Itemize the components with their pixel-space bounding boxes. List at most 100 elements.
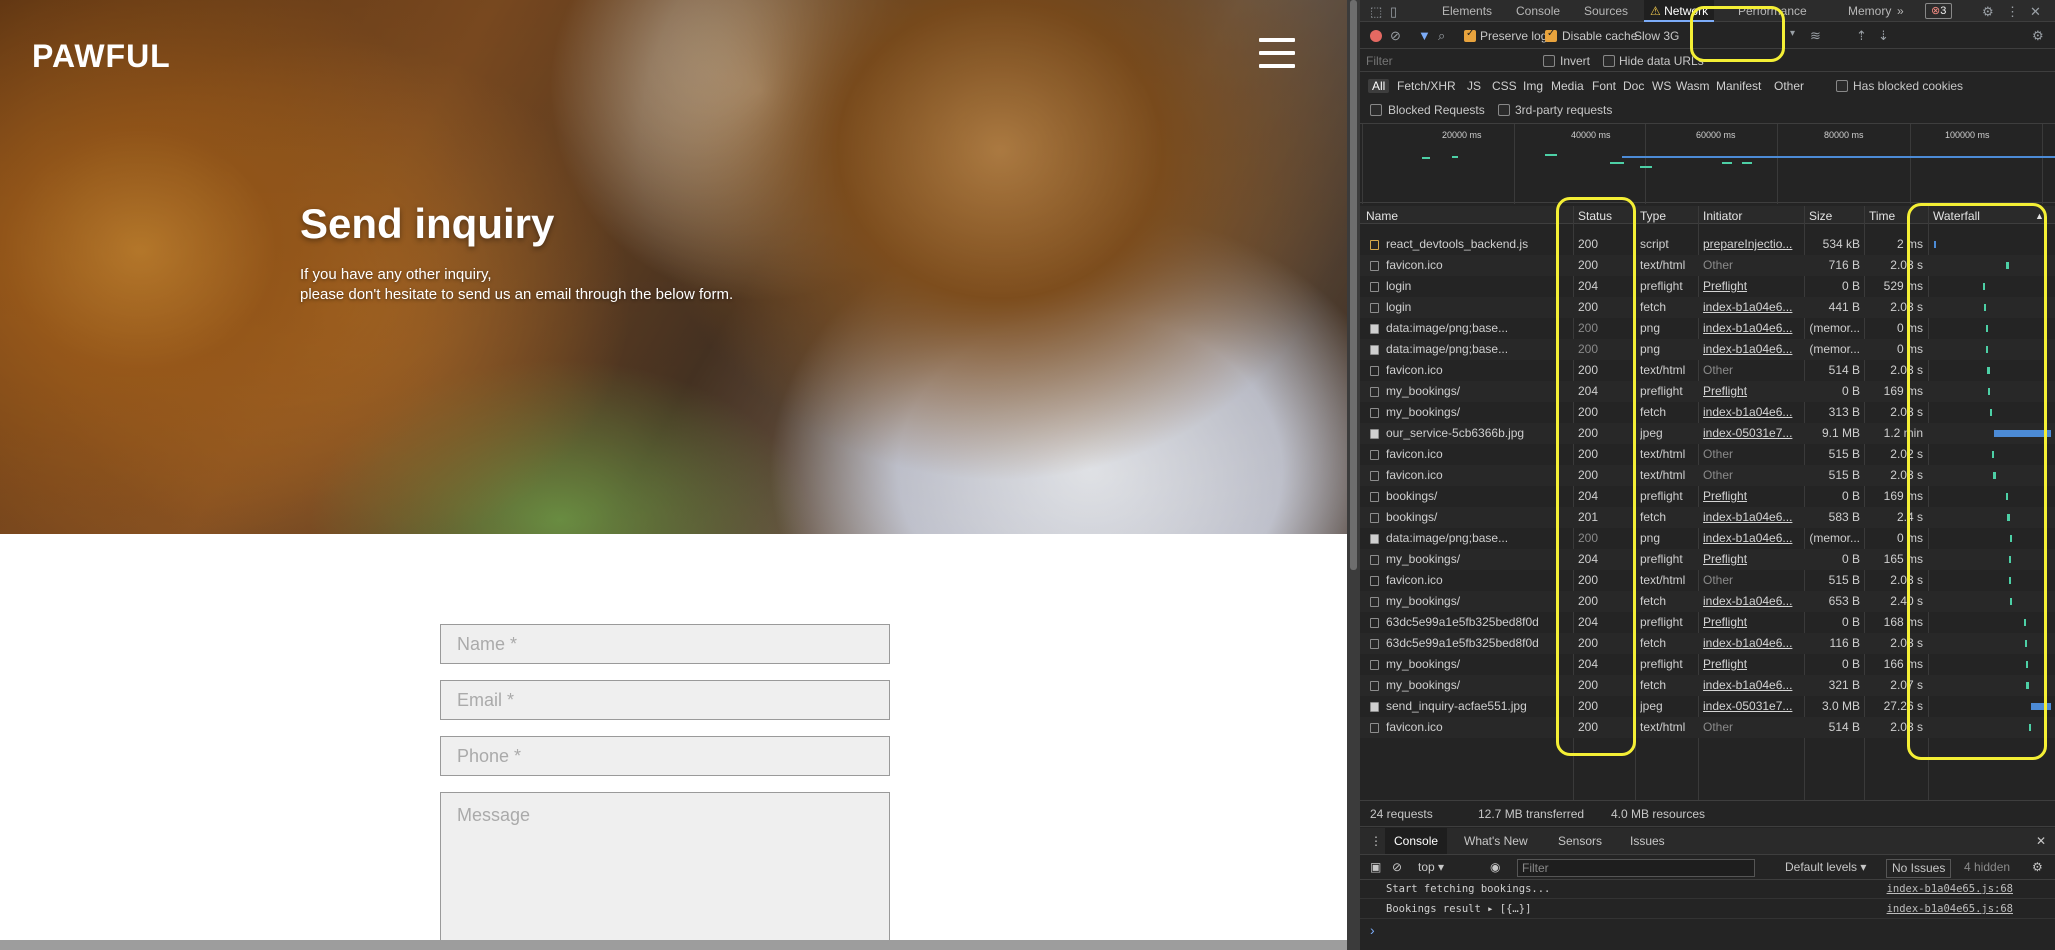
request-name[interactable]: send_inquiry-acfae551.jpg (1386, 696, 1566, 717)
context-selector[interactable]: top ▾ (1418, 856, 1444, 879)
request-initiator[interactable]: index-b1a04e6... (1703, 528, 1799, 549)
type-filter-wasm[interactable]: Wasm (1676, 79, 1710, 93)
message-field[interactable]: Message (440, 792, 890, 942)
request-name[interactable]: data:image/png;base... (1386, 339, 1566, 360)
console-message-text[interactable]: Bookings result ▸ [{…}] (1386, 899, 1531, 919)
record-icon[interactable] (1370, 30, 1382, 42)
drawer-tab-whats-new[interactable]: What's New (1464, 828, 1528, 854)
network-filter-input[interactable] (1366, 53, 1526, 69)
clear-console-icon[interactable]: ⊘ (1392, 856, 1402, 879)
console-prompt[interactable]: › (1370, 922, 1375, 938)
request-name[interactable]: my_bookings/ (1386, 402, 1566, 423)
request-initiator[interactable]: Preflight (1703, 612, 1799, 633)
tab-sources[interactable]: Sources (1584, 0, 1628, 22)
network-settings-gear-icon[interactable]: ⚙ (2032, 28, 2044, 44)
request-initiator[interactable]: Preflight (1703, 486, 1799, 507)
request-initiator[interactable]: index-b1a04e6... (1703, 591, 1799, 612)
network-overview-timeline[interactable]: 20000 ms 40000 ms 60000 ms 80000 ms 1000… (1360, 123, 2055, 204)
column-initiator[interactable]: Initiator (1703, 209, 1742, 223)
type-filter-media[interactable]: Media (1551, 79, 1584, 93)
request-name[interactable]: my_bookings/ (1386, 675, 1566, 696)
request-name[interactable]: favicon.ico (1386, 444, 1566, 465)
request-initiator[interactable]: index-b1a04e6... (1703, 675, 1799, 696)
page-horizontal-scrollbar[interactable] (0, 940, 1347, 950)
import-har-icon[interactable]: ⇡ (1856, 28, 1867, 44)
filter-funnel-icon[interactable]: ▼ (1418, 28, 1431, 43)
type-filter-manifest[interactable]: Manifest (1716, 79, 1761, 93)
console-source-link[interactable]: index-b1a04e65.js:68 (1887, 899, 2013, 919)
site-logo[interactable]: PAWFUL (32, 38, 171, 75)
console-sidebar-icon[interactable]: ▣ (1370, 856, 1381, 879)
type-filter-font[interactable]: Font (1592, 79, 1616, 93)
request-initiator[interactable]: index-b1a04e6... (1703, 318, 1799, 339)
log-levels-select[interactable]: Default levels ▾ (1785, 856, 1866, 879)
request-name[interactable]: 63dc5e99a1e5fb325bed8f0d (1386, 612, 1566, 633)
request-initiator[interactable]: Preflight (1703, 381, 1799, 402)
request-initiator[interactable]: index-b1a04e6... (1703, 339, 1799, 360)
request-name[interactable]: data:image/png;base... (1386, 318, 1566, 339)
hamburger-menu-icon[interactable] (1259, 38, 1295, 72)
search-icon[interactable]: ⌕ (1438, 28, 1445, 44)
request-name[interactable]: my_bookings/ (1386, 654, 1566, 675)
request-name[interactable]: my_bookings/ (1386, 381, 1566, 402)
type-filter-fetch-xhr[interactable]: Fetch/XHR (1397, 79, 1456, 93)
invert-checkbox[interactable] (1543, 55, 1555, 67)
clear-icon[interactable]: ⊘ (1390, 28, 1401, 44)
request-name[interactable]: favicon.ico (1386, 255, 1566, 276)
type-filter-css[interactable]: CSS (1492, 79, 1517, 93)
type-filter-other[interactable]: Other (1774, 79, 1804, 93)
close-devtools-icon[interactable]: ✕ (2030, 4, 2041, 20)
request-initiator[interactable]: Preflight (1703, 276, 1799, 297)
inspect-element-icon[interactable]: ⬚ (1370, 4, 1382, 20)
request-name[interactable]: login (1386, 276, 1566, 297)
console-settings-gear-icon[interactable]: ⚙ (2032, 856, 2043, 879)
error-count-badge[interactable]: ⊗3 (1925, 3, 1953, 19)
email-field[interactable]: Email * (440, 680, 890, 720)
request-name[interactable]: favicon.ico (1386, 465, 1566, 486)
tab-memory[interactable]: Memory (1848, 0, 1891, 22)
request-name[interactable]: data:image/png;base... (1386, 528, 1566, 549)
type-filter-img[interactable]: Img (1523, 79, 1543, 93)
request-initiator[interactable]: index-b1a04e6... (1703, 297, 1799, 318)
type-filter-doc[interactable]: Doc (1623, 79, 1644, 93)
request-initiator[interactable]: index-05031e7... (1703, 423, 1799, 444)
tab-elements[interactable]: Elements (1442, 0, 1492, 22)
column-time[interactable]: Time (1869, 209, 1895, 223)
request-initiator[interactable]: prepareInjectio... (1703, 234, 1799, 255)
request-name[interactable]: favicon.ico (1386, 570, 1566, 591)
close-drawer-icon[interactable]: ✕ (2036, 828, 2046, 854)
has-blocked-cookies-checkbox[interactable] (1836, 80, 1848, 92)
request-name[interactable]: 63dc5e99a1e5fb325bed8f0d (1386, 633, 1566, 654)
request-name[interactable]: bookings/ (1386, 507, 1566, 528)
blocked-requests-checkbox[interactable] (1370, 104, 1382, 116)
type-filter-js[interactable]: JS (1467, 79, 1481, 93)
disable-cache-checkbox[interactable] (1545, 28, 1557, 42)
settings-gear-icon[interactable]: ⚙ (1982, 4, 1994, 20)
issues-counter[interactable]: No Issues (1886, 859, 1952, 878)
request-name[interactable]: favicon.ico (1386, 360, 1566, 381)
hide-data-urls-checkbox[interactable] (1603, 55, 1615, 67)
request-name[interactable]: favicon.ico (1386, 717, 1566, 738)
request-name[interactable]: my_bookings/ (1386, 549, 1566, 570)
devtools-resize-handle[interactable] (1347, 0, 1360, 950)
phone-field[interactable]: Phone * (440, 736, 890, 776)
request-initiator[interactable]: index-b1a04e6... (1703, 633, 1799, 654)
drawer-tab-console[interactable]: Console (1385, 828, 1448, 854)
more-options-icon[interactable]: ⋮ (2006, 4, 2019, 20)
request-initiator[interactable]: index-05031e7... (1703, 696, 1799, 717)
drawer-tab-sensors[interactable]: Sensors (1558, 828, 1602, 854)
request-name[interactable]: react_devtools_backend.js (1386, 234, 1566, 255)
tab-console[interactable]: Console (1516, 0, 1560, 22)
export-har-icon[interactable]: ⇣ (1878, 28, 1889, 44)
type-filter-all[interactable]: All (1368, 79, 1390, 93)
throttling-select[interactable]: Slow 3G (1634, 29, 1679, 43)
preserve-log-checkbox[interactable] (1464, 28, 1476, 42)
column-type[interactable]: Type (1640, 209, 1666, 223)
drawer-tab-issues[interactable]: Issues (1630, 828, 1665, 854)
device-toolbar-icon[interactable]: ▯ (1390, 4, 1397, 20)
request-name[interactable]: bookings/ (1386, 486, 1566, 507)
request-name[interactable]: login (1386, 297, 1566, 318)
console-filter-input[interactable]: Filter (1517, 859, 1755, 877)
name-field[interactable]: Name * (440, 624, 890, 664)
network-conditions-icon[interactable]: ≋ (1810, 28, 1821, 44)
